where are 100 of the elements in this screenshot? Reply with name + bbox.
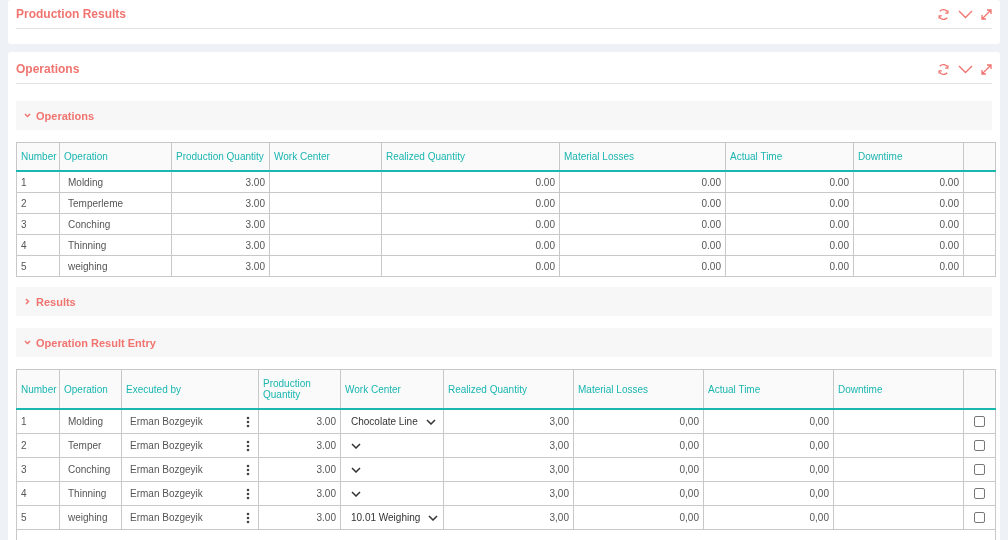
table-cell: 0,00 [679,464,699,475]
table-cell: 0,00 [809,464,829,475]
table-cell: 3,00 [549,488,569,499]
table-cell: 3.00 [245,176,265,188]
more-icon[interactable] [246,439,250,452]
table-cell: 4 [21,488,27,499]
chevron-down-icon[interactable] [958,9,973,19]
more-icon[interactable] [246,415,250,428]
table-cell: 3,00 [549,512,569,523]
caret-icon [24,298,31,305]
caret-icon [24,339,31,346]
more-icon[interactable] [246,487,250,500]
table-cell: 0,00 [809,488,829,499]
caret-icon [24,112,31,119]
column-header: Downtime [833,369,964,409]
table-cell: Temperleme [68,197,124,209]
column-header: Number [16,142,60,171]
caret-icon [425,418,436,425]
table-cell: 3.00 [316,464,336,475]
panel-title: Production Results [16,7,126,21]
refresh-icon[interactable] [937,7,950,21]
checkbox[interactable] [974,440,985,452]
table-cell: 0.00 [829,197,849,209]
table-cell: 5 [21,260,27,272]
chevron-down-icon[interactable] [958,64,973,74]
expand-icon[interactable] [981,8,992,20]
table-cell: 3.00 [245,218,265,230]
more-icon[interactable] [246,463,250,476]
column-header: Realized Quantity [443,369,574,409]
panel-title: Operations [16,62,80,76]
table-cell: Thinning [68,239,107,251]
table-cell: 0.00 [829,260,849,272]
table-cell: 0,00 [809,440,829,451]
table-cell: 3 [21,218,27,230]
table-cell: 0.00 [535,239,555,251]
table-cell: 2 [21,197,27,209]
table-cell: Conching [68,464,111,475]
column-header: Production Quantity [258,369,341,409]
column-header: Executed by [121,369,259,409]
table-cell: 0.00 [829,218,849,230]
table-cell: 0.00 [939,218,959,230]
table-cell: Conching [68,218,111,230]
checkbox[interactable] [974,488,985,500]
table-cell: 0,00 [679,440,699,451]
table-cell: Molding [68,176,104,188]
table-cell: 0.00 [701,218,721,230]
table-cell: 0.00 [829,176,849,188]
table-cell: 3.00 [316,440,336,451]
table-cell: 0.00 [701,176,721,188]
column-header: Number [16,369,60,409]
table-cell: 3,00 [549,464,569,475]
table-cell: 3,00 [549,416,569,427]
table-cell: 4 [21,239,27,251]
table-cell: 0.00 [535,176,555,188]
column-header: Actual Time [703,369,834,409]
table-cell: 3.00 [245,260,265,272]
table-cell: 3.00 [245,197,265,209]
table-cell: 0.00 [829,239,849,251]
table-cell: 0,00 [809,416,829,427]
table-cell: 3 [21,464,27,475]
column-header: Work Center [269,142,382,171]
column-header: Realized Quantity [381,142,560,171]
checkbox[interactable] [974,512,985,524]
table-cell: 0.00 [701,197,721,209]
table-cell: 1 [21,176,27,188]
column-header: Material Losses [559,142,726,171]
table-cell: 0.00 [701,239,721,251]
table-cell: 3.00 [316,416,336,427]
more-icon[interactable] [246,511,250,524]
table-cell: 0,00 [679,416,699,427]
refresh-icon[interactable] [937,62,950,76]
table-cell: Thinning [68,488,107,499]
table-cell: 2 [21,440,27,451]
table-cell: Molding [68,416,104,427]
table-cell: Temper [68,440,102,451]
table-cell: weighing [68,512,108,523]
table-cell: 0.00 [939,239,959,251]
table-cell: 3,00 [549,440,569,451]
table-cell: 0.00 [535,197,555,209]
expand-icon[interactable] [981,63,992,75]
checkbox[interactable] [974,416,985,428]
table-cell: 3.00 [316,488,336,499]
table-cell: 0,00 [809,512,829,523]
table-cell: 0.00 [535,218,555,230]
column-header: Material Losses [573,369,704,409]
column-header: Production Quantity [171,142,270,171]
table-cell: 0,00 [679,512,699,523]
caret-icon [351,442,361,449]
table-cell: 0.00 [939,176,959,188]
table-cell: 0.00 [535,260,555,272]
column-header: Operation [59,142,172,171]
table-cell: 0.00 [939,197,959,209]
column-header: Downtime [853,142,964,171]
table-cell: 3.00 [316,512,336,523]
column-header: Actual Time [725,142,854,171]
column-header: Work Center [340,369,444,409]
checkbox[interactable] [974,464,985,476]
table-cell: weighing [68,260,108,272]
table-cell: 0.00 [939,260,959,272]
caret-icon [351,466,361,473]
